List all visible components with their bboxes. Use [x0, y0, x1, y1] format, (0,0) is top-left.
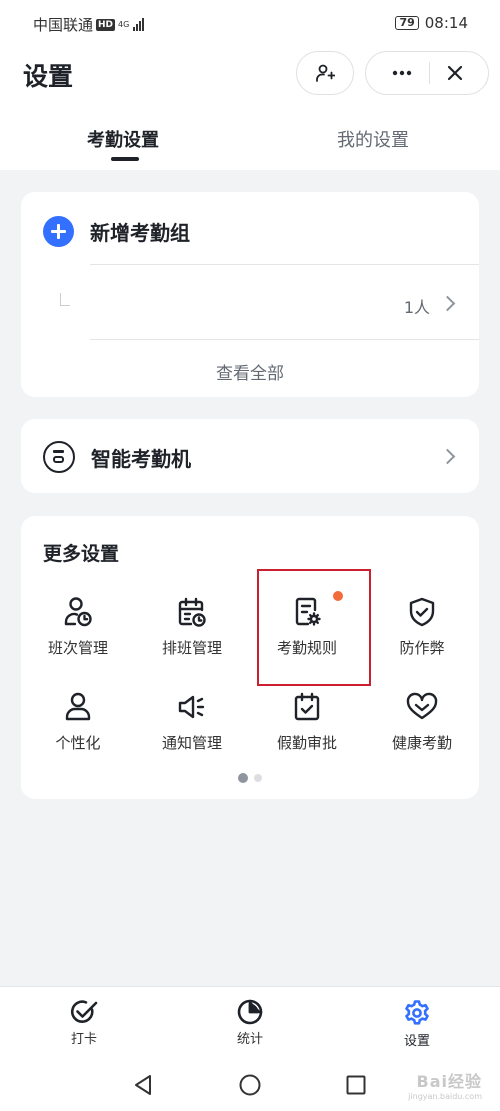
home-icon[interactable]	[239, 1074, 261, 1096]
grid-item-label: 班次管理	[47, 639, 108, 657]
chevron-right-icon	[439, 295, 456, 312]
page-indicator	[21, 773, 479, 783]
status-left: 中国联通 HD 4G	[33, 14, 145, 35]
plus-icon	[43, 216, 74, 247]
grid-item-schedule-management[interactable]: 排班管理	[135, 596, 249, 658]
shift-user-icon	[64, 597, 92, 627]
schedule-calendar-icon	[178, 597, 206, 627]
tab-my-settings[interactable]: 我的设置	[337, 126, 409, 152]
highlight-box	[257, 569, 371, 686]
back-icon[interactable]	[133, 1074, 153, 1096]
add-group-label: 新增考勤组	[90, 221, 190, 245]
more-icon[interactable]	[392, 70, 412, 76]
attendance-group-card: 新增考勤组 1人 查看全部	[21, 192, 479, 397]
watermark-logo: Bai经验 jingyan.baidu.com	[408, 1068, 482, 1101]
grid-item-personalization[interactable]: 个性化	[21, 691, 135, 753]
gear-icon	[405, 1000, 429, 1025]
more-settings-card: 更多设置 班次管理 排班管理 考勤规则 防作弊 个性化 通知管理 假勤审批 健康…	[21, 516, 479, 799]
grid-item-label: 健康考勤	[391, 734, 452, 752]
heart-icon	[406, 692, 438, 720]
carrier-name: 中国联通	[33, 16, 94, 34]
nav-label: 打卡	[70, 1032, 97, 1047]
add-person-icon	[316, 64, 335, 82]
add-group-button[interactable]: 新增考勤组	[43, 216, 190, 247]
smart-device-row[interactable]: 智能考勤机	[21, 419, 479, 493]
nav-label: 统计	[236, 1032, 263, 1047]
divider	[90, 339, 479, 340]
grid-item-label: 防作弊	[399, 639, 445, 657]
tab-indicator	[111, 157, 139, 161]
hd-badge: HD	[96, 18, 116, 31]
nav-label: 设置	[403, 1034, 430, 1049]
bottom-tab-bar: 打卡 统计 设置	[0, 986, 500, 1049]
capsule-divider	[428, 62, 430, 84]
grid-item-health-attendance[interactable]: 健康考勤	[365, 691, 479, 753]
top-area: 中国联通 HD 4G 79 08:14 设置 考勤设置 我的设置	[0, 0, 500, 170]
watermark-text: Bai经验	[416, 1072, 482, 1091]
signal-icon	[133, 18, 145, 31]
group-list-item[interactable]: 1人	[21, 265, 479, 340]
more-settings-title: 更多设置	[43, 543, 120, 565]
grid-item-label: 通知管理	[161, 734, 222, 752]
clock: 08:14	[424, 14, 468, 32]
calendar-check-icon	[294, 692, 320, 721]
grid-item-notification-management[interactable]: 通知管理	[135, 691, 249, 753]
status-right: 79 08:14	[395, 14, 468, 32]
battery-icon: 79	[395, 16, 419, 30]
system-navigation-bar: Bai经验 jingyan.baidu.com	[0, 1048, 500, 1111]
page-dot[interactable]	[254, 774, 262, 782]
grid-item-label: 假勤审批	[276, 734, 337, 752]
shield-check-icon	[409, 597, 435, 627]
add-member-button[interactable]	[296, 51, 354, 95]
grid-item-anti-cheat[interactable]: 防作弊	[365, 596, 479, 658]
nav-item-clock-in[interactable]: 打卡	[44, 999, 124, 1047]
person-icon	[65, 692, 91, 721]
close-icon[interactable]	[447, 65, 463, 81]
new-badge	[333, 591, 343, 601]
grid-item-leave-approval[interactable]: 假勤审批	[250, 691, 364, 753]
smart-device-label: 智能考勤机	[91, 447, 191, 471]
grid-item-label: 个性化	[55, 734, 101, 752]
grid-item-label: 排班管理	[161, 639, 222, 657]
check-icon	[70, 1000, 98, 1023]
network-type: 4G	[118, 19, 130, 29]
group-member-count: 1人	[403, 298, 430, 317]
status-bar: 中国联通 HD 4G 79 08:14	[0, 0, 500, 48]
capsule-menu	[365, 51, 489, 95]
pie-chart-icon	[237, 999, 263, 1025]
speaker-icon	[178, 695, 205, 719]
watermark-sub: jingyan.baidu.com	[408, 1092, 482, 1101]
nav-item-settings[interactable]: 设置	[377, 999, 457, 1049]
attendance-device-icon	[43, 441, 75, 473]
chevron-right-icon	[439, 448, 456, 465]
recents-icon[interactable]	[346, 1075, 366, 1095]
view-all-link[interactable]: 查看全部	[21, 359, 479, 384]
tab-bar: 考勤设置 我的设置	[0, 118, 500, 168]
grid-item-shift-management[interactable]: 班次管理	[21, 596, 135, 658]
tree-branch-icon	[60, 293, 70, 306]
tab-attendance-settings[interactable]: 考勤设置	[87, 126, 159, 152]
page-dot-active	[238, 773, 248, 783]
page-title: 设置	[23, 62, 74, 91]
nav-item-statistics[interactable]: 统计	[210, 999, 290, 1047]
